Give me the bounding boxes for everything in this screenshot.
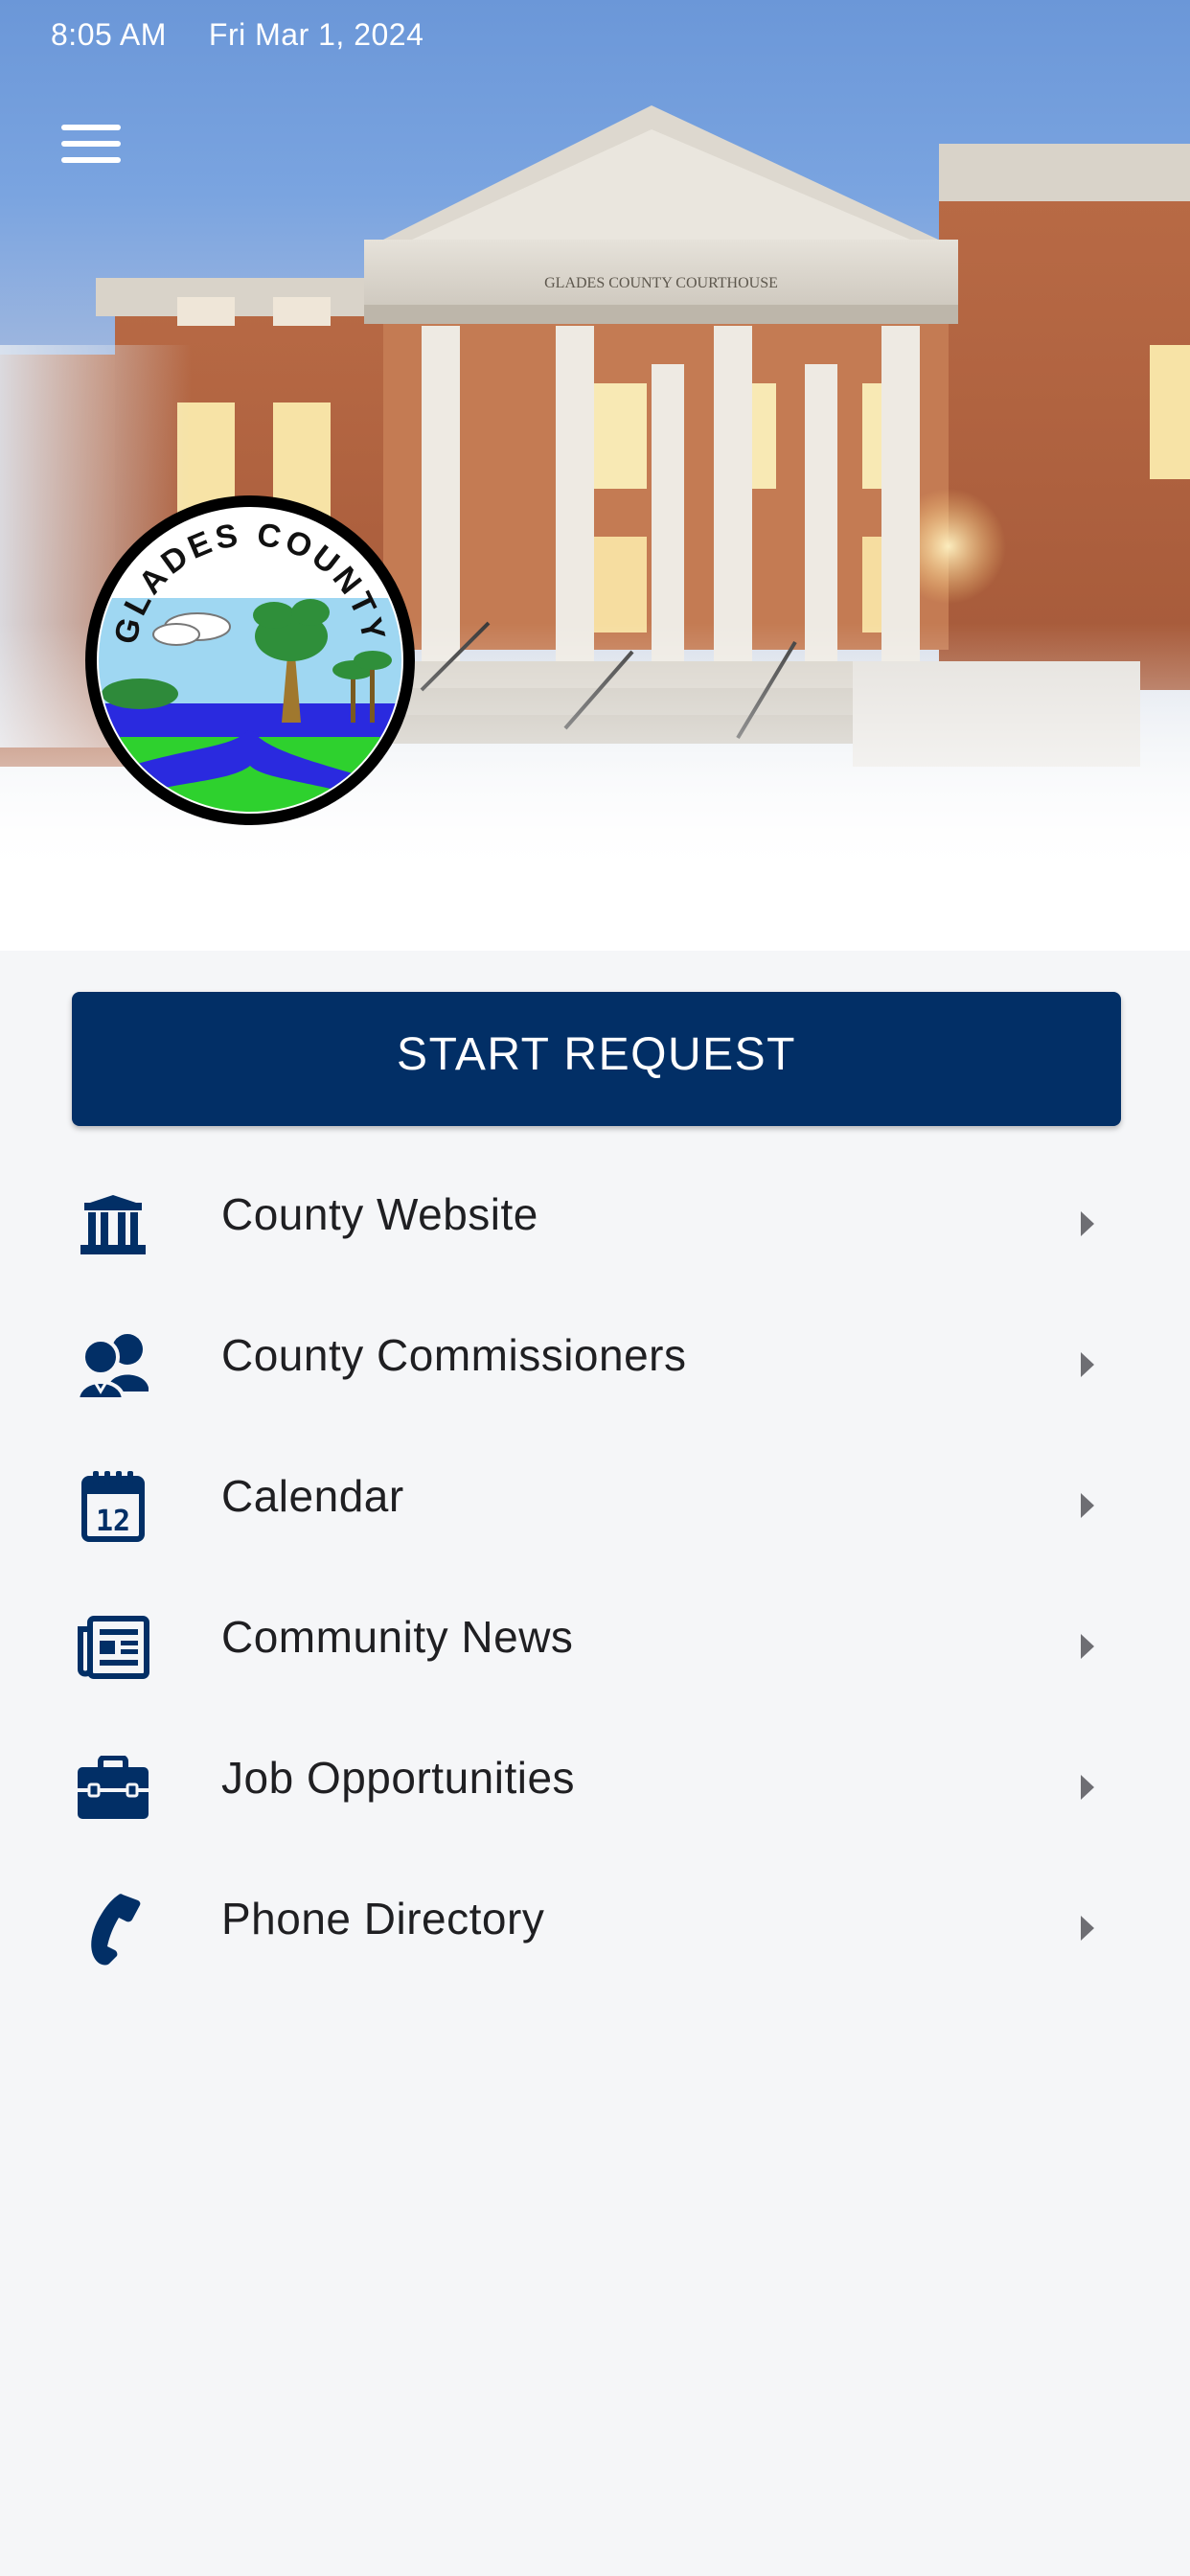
chevron-right-icon [1077, 1348, 1098, 1381]
chevron-right-icon [1077, 1208, 1098, 1240]
status-bar: 8:05 AM Fri Mar 1, 2024 [0, 0, 1190, 69]
menu-item-label: County Commissioners [221, 1330, 687, 1380]
phone-icon [75, 1893, 151, 1966]
newspaper-icon [75, 1611, 151, 1684]
chevron-right-icon [1077, 1630, 1098, 1663]
chevron-right-icon [1077, 1771, 1098, 1804]
menu-item-label: Job Opportunities [221, 1753, 576, 1803]
menu-item-job-opportunities[interactable]: Job Opportunities [0, 1715, 1190, 1856]
people-icon [75, 1329, 151, 1402]
hamburger-menu-icon[interactable] [50, 113, 130, 174]
main-content: START REQUEST County Website County Comm… [0, 951, 1190, 2576]
menu-list: County Website County Commissioners 12 C… [0, 1152, 1190, 1997]
briefcase-icon [75, 1752, 151, 1825]
calendar-icon: 12 [75, 1470, 151, 1543]
svg-text:12: 12 [96, 1505, 130, 1538]
menu-bar-line [61, 125, 121, 130]
menu-item-phone-directory[interactable]: Phone Directory [0, 1856, 1190, 1997]
hero-banner: GLADES COUNTY COURTHOUSE 8:05 AM Fri Mar… [0, 0, 1190, 951]
menu-item-county-website[interactable]: County Website [0, 1152, 1190, 1293]
menu-bar-line [61, 157, 121, 163]
building-icon [75, 1188, 151, 1261]
courthouse-sign: GLADES COUNTY COURTHOUSE [544, 275, 778, 291]
county-seal-logo: GLADES COUNTY [82, 493, 418, 828]
menu-item-county-commissioners[interactable]: County Commissioners [0, 1293, 1190, 1434]
menu-item-label: Calendar [221, 1471, 404, 1521]
menu-item-label: County Website [221, 1189, 538, 1239]
start-request-button[interactable]: START REQUEST [72, 992, 1121, 1126]
status-date: Fri Mar 1, 2024 [208, 16, 424, 52]
menu-item-label: Community News [221, 1612, 574, 1662]
status-time: 8:05 AM [51, 16, 167, 52]
menu-item-calendar[interactable]: 12 Calendar [0, 1434, 1190, 1575]
menu-bar-line [61, 141, 121, 147]
menu-item-community-news[interactable]: Community News [0, 1575, 1190, 1715]
chevron-right-icon [1077, 1489, 1098, 1522]
chevron-right-icon [1077, 1912, 1098, 1944]
menu-item-label: Phone Directory [221, 1894, 545, 1944]
